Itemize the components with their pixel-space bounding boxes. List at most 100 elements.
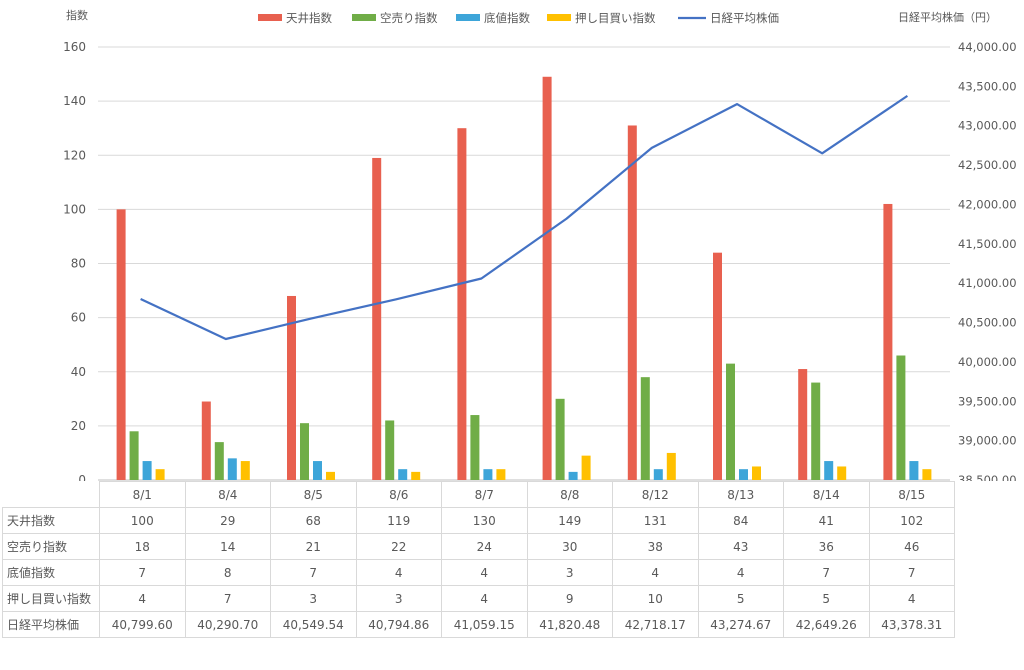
bar (627, 125, 637, 480)
table-cell: 43,274.67 (697, 611, 784, 638)
table-cell: 38 (612, 533, 699, 560)
right-axis-label: 日経平均株価（円） (898, 10, 997, 24)
bar (240, 461, 250, 480)
table-cell: 3 (355, 585, 442, 612)
right-tick-label: 42,500.00 (958, 158, 1017, 172)
table-row-label: 日経平均株価 (2, 611, 100, 638)
table-cell: 40,799.60 (99, 611, 186, 638)
legend-label: 押し目買い指数 (575, 11, 656, 25)
bar (214, 442, 224, 480)
legend-label: 底値指数 (484, 11, 530, 25)
bar (798, 369, 808, 480)
table-cell: 40,794.86 (355, 611, 442, 638)
table-row-label: 底値指数 (2, 559, 100, 586)
table-cell: 4 (441, 559, 528, 586)
bar (372, 157, 382, 481)
left-axis-ticks: 0 20 40 60 80 100 120 140 160 (63, 40, 86, 481)
legend-swatch (352, 14, 376, 21)
table-cell: 46 (868, 533, 955, 560)
table-cell: 9 (526, 585, 613, 612)
line-series (140, 94, 909, 341)
table-row-label: 押し目買い指数 (2, 585, 100, 612)
data-table: 8/1 8/4 8/5 8/6 8/7 8/8 8/12 8/13 8/14 8/15 天井指数 1… (2, 481, 955, 638)
left-tick-label: 20 (71, 419, 86, 433)
table-category-header: 8/1 (99, 481, 186, 508)
bar (837, 466, 847, 480)
table-cell: 84 (697, 507, 784, 534)
table-cell: 100 (99, 507, 186, 534)
table-row: 天井指数 100 29 68 119 130 149 131 84 41 102 (2, 507, 955, 534)
bar (883, 203, 893, 480)
right-axis-ticks: 38,500.00 39,000.00 39,500.00 40,000.00 40,5… (958, 40, 1017, 481)
bar (313, 461, 322, 480)
gridlines (98, 46, 950, 481)
table-cell: 42,649.26 (783, 611, 870, 638)
table-cell: 43 (697, 533, 784, 560)
bar (568, 471, 578, 480)
left-tick-label: 40 (71, 365, 86, 379)
table-category-header: 8/8 (526, 481, 613, 508)
bar (470, 415, 480, 480)
left-tick-label: 60 (71, 311, 86, 325)
combo-chart: 0 20 40 60 80 100 120 140 160 38,500.00 39,000.00… (63, 8, 1017, 481)
table-cell: 4 (612, 559, 699, 586)
bar (555, 398, 565, 480)
table-cell: 30 (526, 533, 613, 560)
table-header-row: 8/1 8/4 8/5 8/6 8/7 8/8 8/12 8/13 8/14 8/15 (2, 481, 955, 508)
table-cell: 7 (270, 559, 357, 586)
left-tick-label: 120 (63, 148, 86, 162)
table-cell: 36 (783, 533, 870, 560)
table-category-header: 8/5 (270, 481, 357, 508)
right-tick-label: 44,000.00 (958, 40, 1017, 54)
left-tick-label: 0 (78, 473, 86, 481)
table-cell: 7 (783, 559, 870, 586)
series-line (140, 94, 909, 341)
table-category-header: 8/7 (441, 481, 528, 508)
bar (909, 461, 919, 480)
table-row-label: 天井指数 (2, 507, 100, 534)
bar (457, 128, 467, 480)
table-cell: 24 (441, 533, 528, 560)
table-row-label: 空売り指数 (2, 533, 100, 560)
table-cell: 22 (355, 533, 442, 560)
bar (155, 469, 165, 480)
bar (824, 461, 834, 480)
table-row: 底値指数 7 8 7 4 4 3 4 4 7 7 (2, 559, 955, 586)
bar (922, 469, 932, 480)
right-tick-label: 41,000.00 (958, 276, 1017, 290)
table-cell: 149 (526, 507, 613, 534)
table-cell: 4 (697, 559, 784, 586)
right-tick-label: 39,000.00 (958, 434, 1017, 448)
bar (896, 355, 906, 480)
bar (713, 252, 722, 480)
legend-swatch (547, 14, 571, 21)
table-category-header: 8/15 (868, 481, 955, 508)
table-category-header: 8/14 (783, 481, 870, 508)
table-cell: 131 (612, 507, 699, 534)
left-tick-label: 160 (63, 40, 86, 54)
right-tick-label: 43,500.00 (958, 79, 1017, 93)
bar (496, 469, 506, 480)
bar (483, 469, 493, 480)
table-cell: 41,820.48 (526, 611, 613, 638)
bar (581, 455, 591, 480)
bar (640, 377, 650, 480)
legend-swatch (258, 14, 282, 21)
bar (227, 458, 237, 480)
table-cell: 5 (783, 585, 870, 612)
bar (542, 76, 552, 481)
left-tick-label: 140 (63, 94, 86, 108)
bar (201, 401, 211, 480)
left-axis-label: 指数 (66, 8, 88, 22)
table-cell: 40,549.54 (270, 611, 357, 638)
right-tick-label: 43,000.00 (958, 119, 1017, 133)
right-tick-label: 42,000.00 (958, 197, 1017, 211)
right-tick-label: 40,500.00 (958, 316, 1017, 330)
table-cell: 41,059.15 (441, 611, 528, 638)
bar (666, 452, 676, 480)
bar (385, 420, 395, 480)
bars (116, 76, 932, 481)
table-cell: 40,290.70 (184, 611, 271, 638)
table-cell: 14 (184, 533, 271, 560)
table-cell: 7 (868, 559, 955, 586)
